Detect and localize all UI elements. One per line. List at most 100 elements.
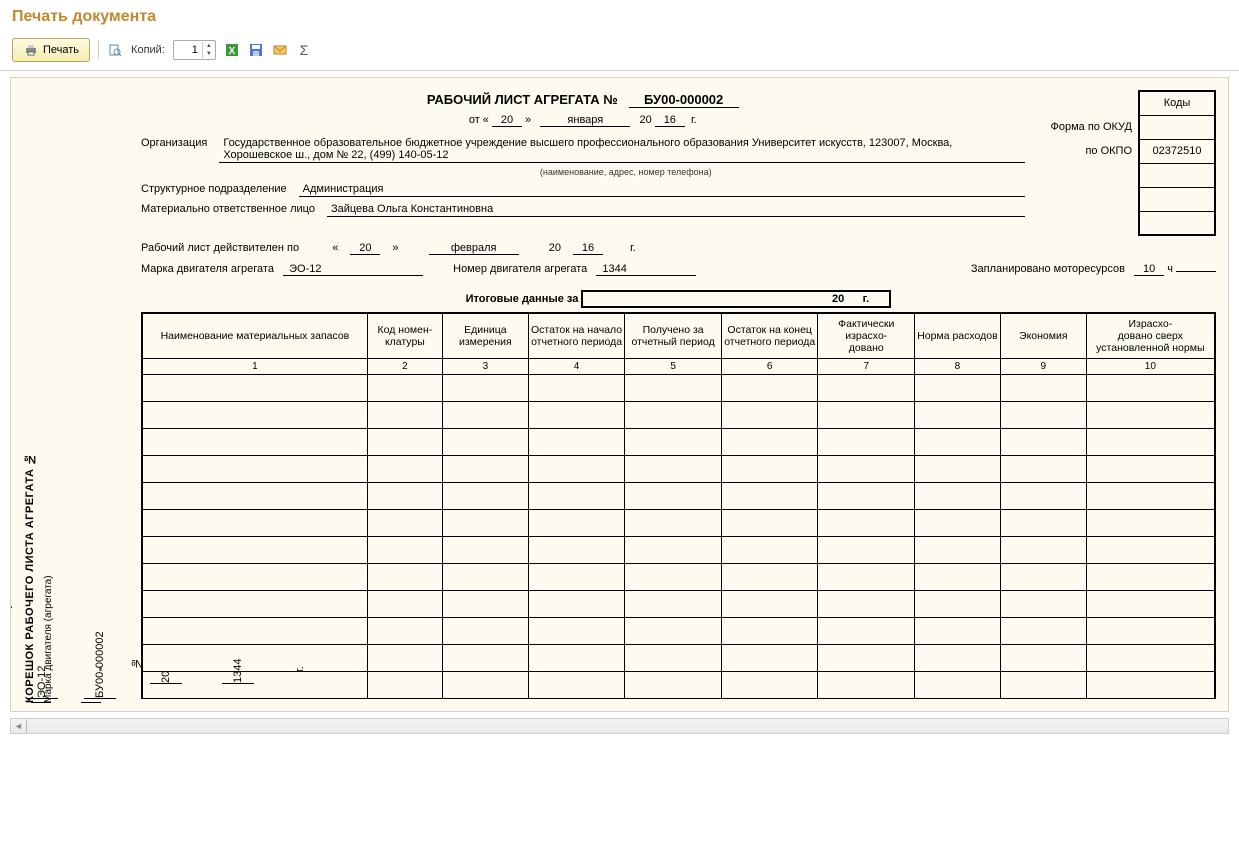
- valid-day: 20: [350, 242, 380, 255]
- column-number: 3: [442, 359, 528, 375]
- table-cell: [818, 456, 915, 483]
- table-cell: [367, 591, 442, 618]
- from-label: от «: [469, 114, 489, 126]
- form-doc-no: БУ00-000002: [629, 92, 739, 108]
- table-cell: [1086, 618, 1215, 645]
- table-cell: [625, 645, 722, 672]
- mail-icon[interactable]: [272, 42, 288, 58]
- spine-quote: ": [98, 667, 110, 671]
- save-icon[interactable]: [248, 42, 264, 58]
- valid-year-g: г.: [630, 242, 636, 254]
- table-row: [142, 456, 1215, 483]
- table-cell: [528, 375, 625, 402]
- table-cell: [367, 510, 442, 537]
- table-row: [142, 537, 1215, 564]
- table-cell: [721, 591, 818, 618]
- table-cell: [915, 429, 1001, 456]
- sigma-icon[interactable]: Σ: [296, 42, 312, 58]
- table-cell: [528, 537, 625, 564]
- table-cell: [528, 456, 625, 483]
- table-cell: [442, 618, 528, 645]
- table-cell: [625, 402, 722, 429]
- dept-label: Структурное подразделение: [141, 183, 287, 195]
- table-cell: [625, 537, 722, 564]
- table-header: Получено за отчетный период: [625, 313, 722, 359]
- spin-down-icon[interactable]: ▼: [203, 50, 215, 58]
- table-cell: [442, 429, 528, 456]
- table-row: [142, 402, 1215, 429]
- table-cell: [442, 375, 528, 402]
- table-cell: [721, 402, 818, 429]
- table-cell: [528, 645, 625, 672]
- copies-input[interactable]: [174, 42, 202, 58]
- from-close: »: [525, 114, 531, 126]
- copies-label: Копий:: [131, 44, 165, 56]
- horizontal-scrollbar[interactable]: ◄: [10, 718, 1229, 734]
- table-header: Наименование материальных запасов: [142, 313, 367, 359]
- print-button[interactable]: Печать: [12, 38, 90, 62]
- table-cell: [442, 591, 528, 618]
- from-year-g: г.: [691, 114, 697, 126]
- excel-icon[interactable]: X: [224, 42, 240, 58]
- table-cell: [142, 375, 367, 402]
- okud-value: [1139, 115, 1215, 139]
- planned-unit: ч: [1167, 263, 1173, 275]
- totals-yp: 20: [832, 293, 844, 305]
- document-page: КОРЕШОК РАБОЧЕГО ЛИСТА АГРЕГАТА № Рабочи…: [13, 80, 1226, 709]
- from-year: 16: [655, 114, 685, 127]
- table-cell: [1000, 402, 1086, 429]
- org-note: (наименование, адрес, номер телефона): [227, 167, 1025, 177]
- okud-label: Форма по ОКУД: [1041, 115, 1140, 139]
- scroll-left-icon[interactable]: ◄: [11, 719, 27, 733]
- code-empty2: [1139, 187, 1215, 211]
- table-cell: [818, 564, 915, 591]
- table-cell: [1000, 645, 1086, 672]
- table-cell: [1086, 483, 1215, 510]
- table-cell: [1000, 483, 1086, 510]
- table-header: Остаток на конец отчетного периода: [721, 313, 818, 359]
- org-label: Организация: [141, 137, 207, 149]
- table-cell: [915, 510, 1001, 537]
- table-row: [142, 483, 1215, 510]
- planned-extra: [1176, 271, 1216, 272]
- table-cell: [367, 375, 442, 402]
- table-cell: [1086, 591, 1215, 618]
- from-day: 20: [492, 114, 522, 127]
- toolbar: Печать Копий: ▲ ▼ X Σ: [0, 34, 1239, 71]
- table-cell: [142, 456, 367, 483]
- preview-icon[interactable]: [107, 42, 123, 58]
- table-header: Остаток на начало отчетного периода: [528, 313, 625, 359]
- table-header: Израсхо- довано сверх установленной норм…: [1086, 313, 1215, 359]
- table-cell: [1000, 564, 1086, 591]
- table-cell: [721, 483, 818, 510]
- planned-value: 10: [1134, 263, 1164, 276]
- table-header: Единица измерения: [442, 313, 528, 359]
- table-cell: [818, 375, 915, 402]
- table-cell: [721, 429, 818, 456]
- table-cell: [442, 645, 528, 672]
- table-cell: [528, 591, 625, 618]
- table-cell: [1086, 645, 1215, 672]
- spin-up-icon[interactable]: ▲: [203, 42, 215, 50]
- table-cell: [142, 402, 367, 429]
- window-title: Печать документа: [0, 0, 1239, 34]
- table-cell: [1086, 564, 1215, 591]
- dept-value: Администрация: [299, 183, 1025, 197]
- table-cell: [442, 537, 528, 564]
- table-row: [142, 564, 1215, 591]
- table-cell: [625, 672, 722, 699]
- resp-label: Материально ответственное лицо: [141, 203, 315, 215]
- okpo-label: по ОКПО: [1041, 139, 1140, 163]
- table-cell: [818, 591, 915, 618]
- table-cell: [818, 672, 915, 699]
- totals-label: Итоговые данные за: [466, 293, 579, 305]
- table-cell: [142, 510, 367, 537]
- table-cell: [528, 618, 625, 645]
- table-cell: [367, 456, 442, 483]
- table-cell: [1086, 375, 1215, 402]
- copies-spinner[interactable]: ▲ ▼: [173, 40, 216, 60]
- table-cell: [721, 456, 818, 483]
- from-month: января: [540, 114, 630, 127]
- table-cell: [625, 375, 722, 402]
- table-cell: [1086, 672, 1215, 699]
